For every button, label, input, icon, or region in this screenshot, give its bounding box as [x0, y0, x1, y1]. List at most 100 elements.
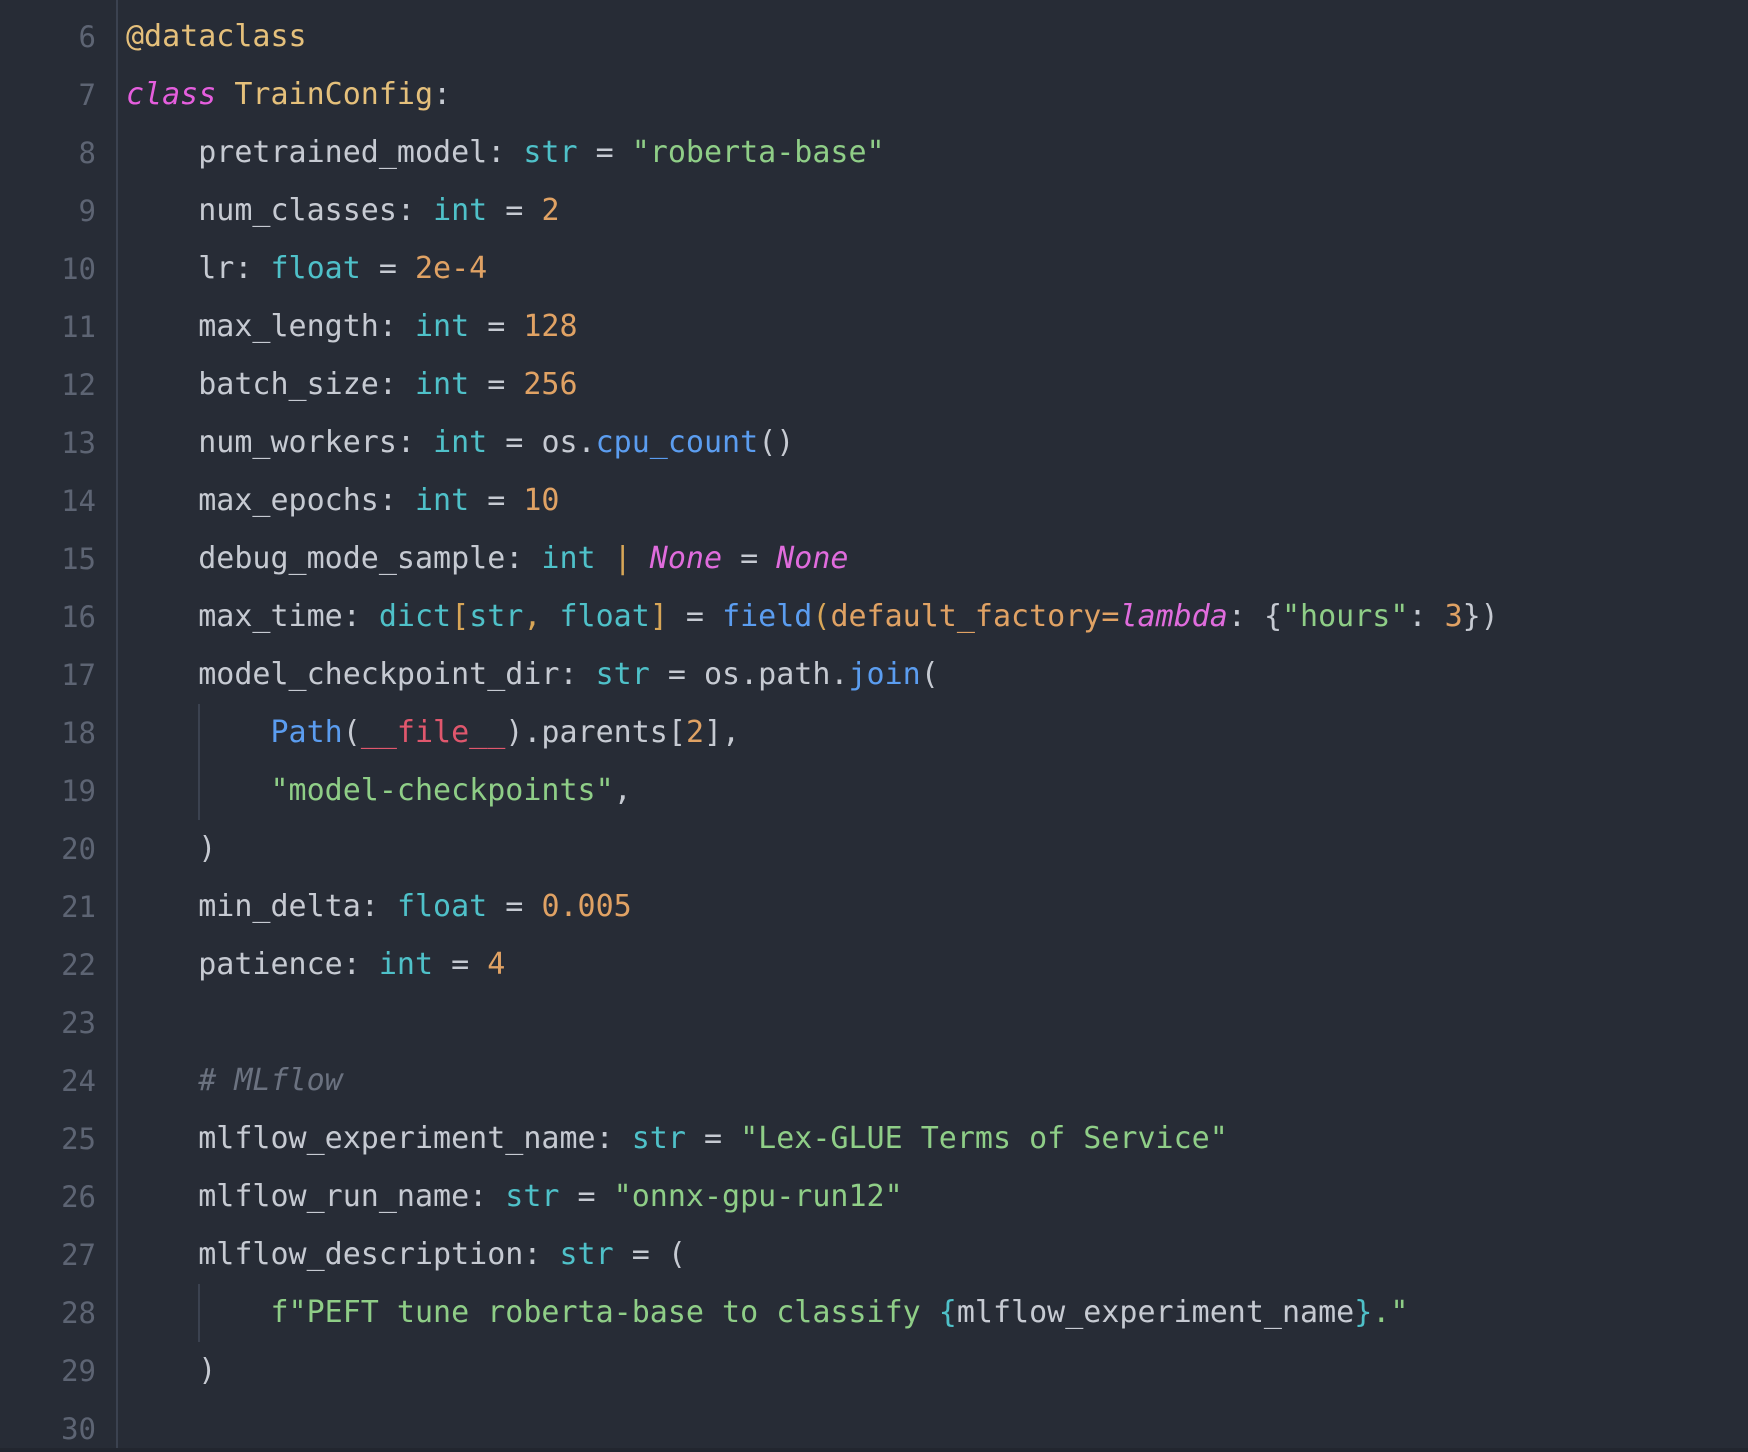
code-token: os.path. [703, 657, 849, 692]
code-token: max_length [126, 309, 379, 344]
line-number: 24 [61, 1064, 96, 1098]
code-token: = [469, 309, 524, 344]
code-token: num_workers [126, 425, 397, 460]
code-token: ( [812, 599, 831, 634]
code-line[interactable]: pretrained_model: str = "roberta-base" [126, 124, 1748, 182]
code-line[interactable]: max_epochs: int = 10 [126, 472, 1748, 530]
code-token: dict [378, 599, 452, 634]
code-line[interactable]: max_length: int = 128 [126, 298, 1748, 356]
code-line[interactable]: mlflow_description: str = ( [126, 1226, 1748, 1284]
code-token: int [433, 425, 488, 460]
code-token: int [433, 193, 488, 228]
code-line[interactable] [126, 994, 1748, 1052]
code-token: : [1408, 599, 1445, 634]
code-token: = [559, 1179, 614, 1214]
line-number: 22 [61, 948, 96, 982]
code-line[interactable]: ) [126, 820, 1748, 878]
code-token: "hours" [1282, 599, 1409, 634]
code-token: = [487, 425, 542, 460]
code-line[interactable]: debug_mode_sample: int | None = None [126, 530, 1748, 588]
code-token: } [1354, 1295, 1373, 1330]
code-line[interactable]: ) [126, 1342, 1748, 1400]
line-number: 19 [61, 774, 96, 808]
code-token: num_classes [126, 193, 397, 228]
code-token: float [396, 889, 488, 924]
code-line[interactable]: model_checkpoint_dir: str = os.path.join… [126, 646, 1748, 704]
code-token: }) [1462, 599, 1499, 634]
code-token: = [1101, 599, 1120, 634]
code-line[interactable]: # MLflow [126, 1052, 1748, 1110]
code-token: 256 [523, 367, 578, 402]
indent-guide [197, 704, 200, 820]
code-token: : [595, 1121, 632, 1156]
code-line[interactable]: Path(__file__).parents[2], [126, 704, 1748, 762]
code-token: ( [342, 715, 361, 750]
code-token: ).parents [505, 715, 668, 750]
editor-bottom-edge [0, 1448, 1748, 1452]
code-token: : [396, 193, 434, 228]
code-token: 3 [1444, 599, 1463, 634]
code-token: = [613, 1237, 668, 1272]
code-line[interactable] [126, 1400, 1748, 1452]
line-number: 13 [61, 426, 96, 460]
code-token: int [378, 947, 434, 982]
code-token: float [270, 251, 361, 286]
code-token: 4 [487, 947, 506, 982]
line-number: 17 [61, 658, 96, 692]
code-token: mlflow_run_name [126, 1179, 470, 1214]
code-line[interactable]: patience: int = 4 [126, 936, 1748, 994]
code-token: = [577, 135, 632, 170]
code-content-area[interactable]: @dataclass class TrainConfig: pretrained_… [118, 0, 1748, 1452]
code-line[interactable]: num_workers: int = os.cpu_count() [126, 414, 1748, 472]
line-number: 28 [61, 1296, 96, 1330]
code-token: = [667, 599, 723, 634]
code-token: str [505, 1179, 560, 1214]
code-token: 2 [541, 193, 560, 228]
code-token: mlflow_experiment_name [956, 1295, 1355, 1330]
code-token: { [938, 1295, 957, 1330]
code-line[interactable]: mlflow_run_name: str = "onnx-gpu-run12" [126, 1168, 1748, 1226]
code-token: : [378, 309, 415, 344]
code-token: [ [667, 715, 686, 750]
code-token: = [722, 541, 777, 576]
code-line[interactable]: class TrainConfig: [126, 66, 1748, 124]
code-line[interactable]: max_time: dict[str, float] = field(defau… [126, 588, 1748, 646]
code-token: 0.005 [541, 889, 632, 924]
code-token: "roberta-base" [631, 135, 885, 170]
line-number: 25 [61, 1122, 96, 1156]
code-line[interactable]: f"PEFT tune roberta-base to classify {ml… [126, 1284, 1748, 1342]
code-token: : [396, 425, 434, 460]
code-token: os. [541, 425, 596, 460]
line-number: 8 [78, 136, 96, 170]
code-line[interactable]: @dataclass [126, 8, 1748, 66]
code-token: ) [126, 1353, 217, 1388]
code-token: : [1227, 599, 1264, 634]
code-token: = [469, 367, 524, 402]
code-token: lambda [1119, 599, 1228, 634]
code-token: @dataclass [126, 19, 307, 54]
code-token: min_delta [126, 889, 361, 924]
code-token: = [433, 947, 488, 982]
code-token: batch_size [126, 367, 379, 402]
code-line[interactable]: num_classes: int = 2 [126, 182, 1748, 240]
code-token: __file__ [360, 715, 506, 750]
code-token: int [541, 541, 596, 576]
code-line[interactable]: min_delta: float = 0.005 [126, 878, 1748, 936]
code-editor[interactable]: 6 7 8 9 10 11 12 13 14 15 16 17 18 19 20 21 22 23 24 25 26 27… [0, 0, 1748, 1452]
code-token: int [415, 483, 470, 518]
code-token: str [469, 599, 524, 634]
code-line[interactable]: batch_size: int = 256 [126, 356, 1748, 414]
code-line[interactable]: mlflow_experiment_name: str = "Lex-GLUE … [126, 1110, 1748, 1168]
code-token: : [360, 889, 397, 924]
line-number: 29 [61, 1354, 96, 1388]
code-token: = [685, 1121, 741, 1156]
code-line[interactable]: lr: float = 2e-4 [126, 240, 1748, 298]
line-number: 30 [61, 1412, 96, 1446]
code-token: str [523, 135, 578, 170]
code-token: = [487, 889, 542, 924]
code-line[interactable]: "model-checkpoints", [126, 762, 1748, 820]
code-token: ) [126, 831, 217, 866]
